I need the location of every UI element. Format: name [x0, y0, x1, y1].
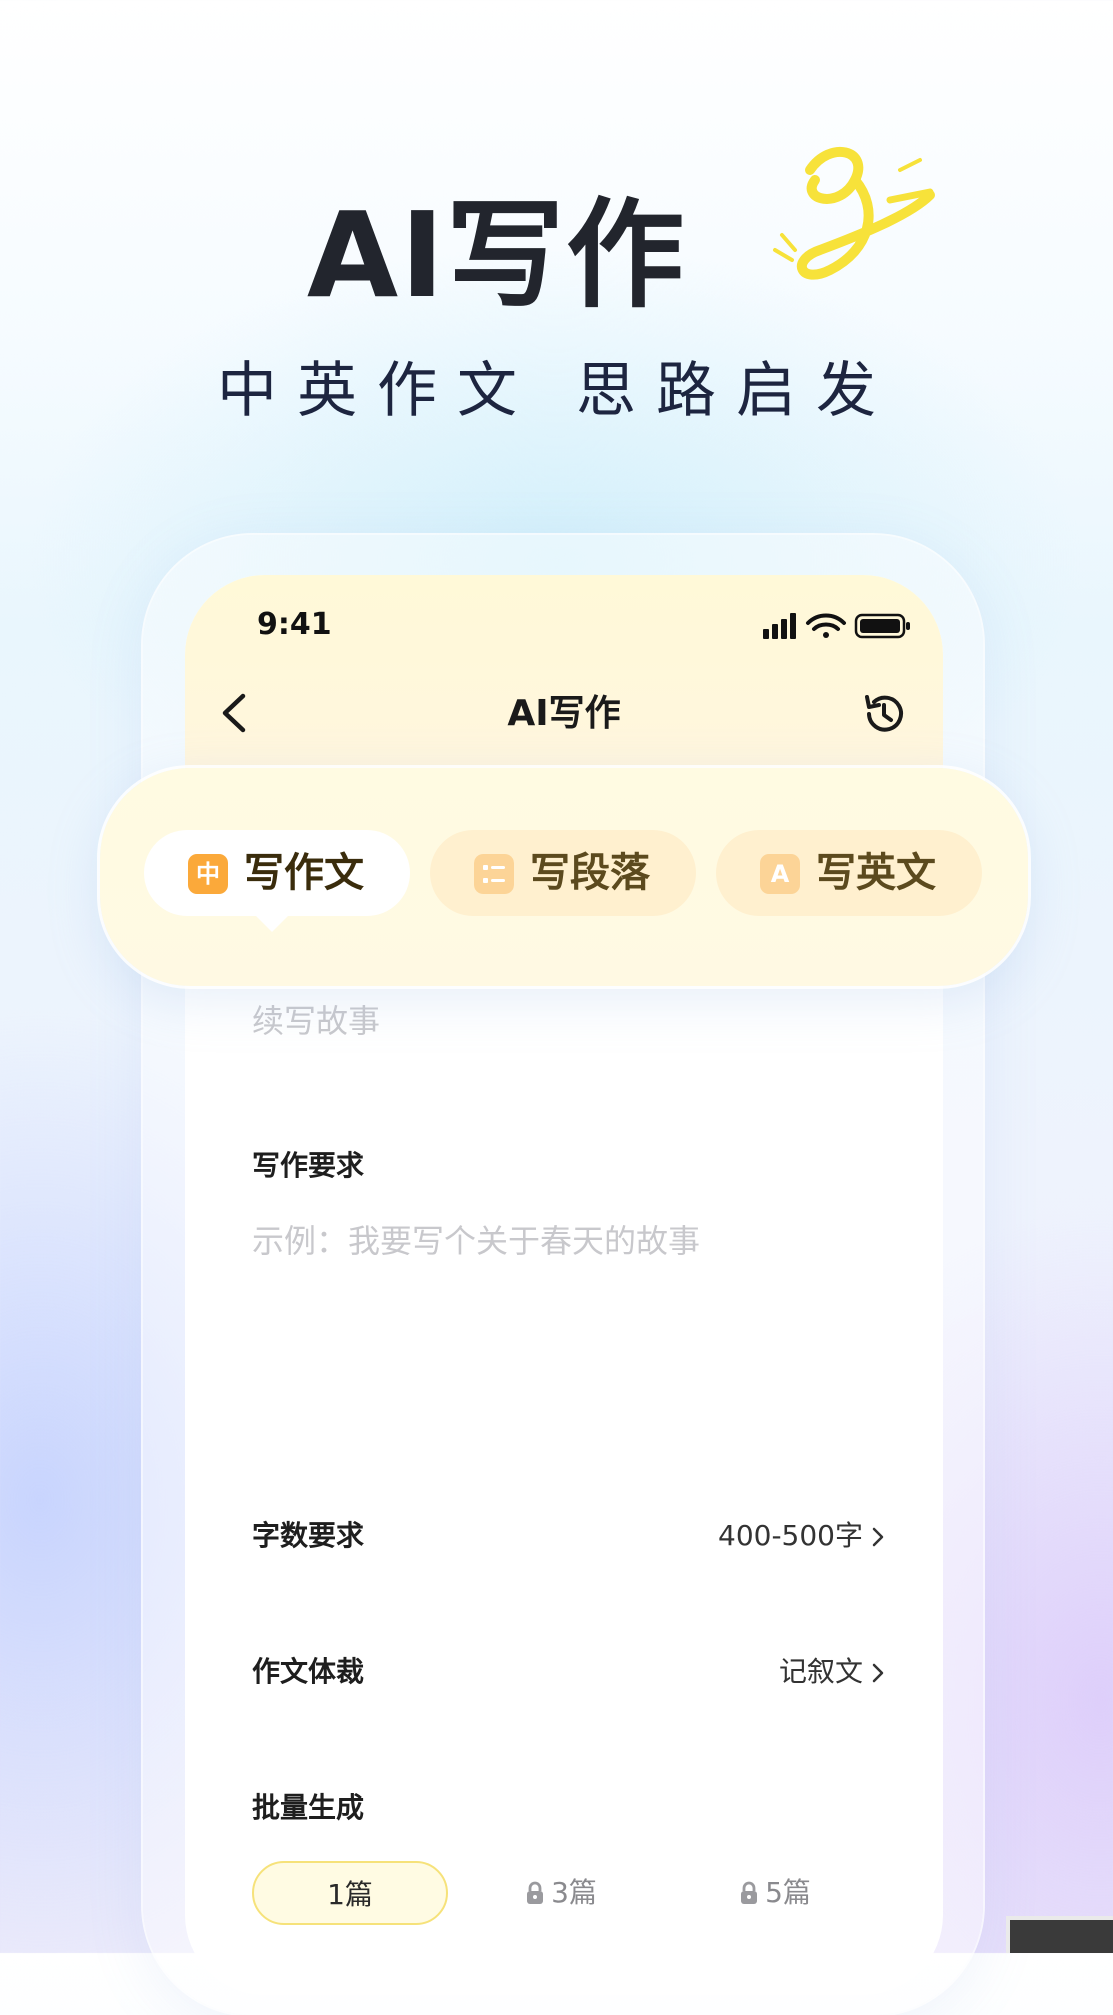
- requirement-label: 写作要求: [252, 1149, 365, 1182]
- word-count-value[interactable]: 400-500字: [718, 1517, 863, 1555]
- hero-subtitle: 中英作文 思路启发: [216, 356, 897, 426]
- zh-icon: 中: [188, 854, 228, 894]
- topic-input[interactable]: 续写故事: [252, 1000, 380, 1042]
- tab-write-essay[interactable]: 中 写作文: [144, 830, 410, 932]
- nav-title: AI写作: [507, 693, 621, 734]
- tab-pointer: [254, 914, 290, 932]
- lock-icon: [527, 1881, 544, 1904]
- chevron-right-icon: [872, 1663, 884, 1683]
- tab-label: 写作文: [244, 850, 364, 896]
- list-icon: [474, 854, 514, 894]
- batch-option-label: 5篇: [765, 1876, 811, 1909]
- word-count-label: 字数要求: [252, 1519, 365, 1552]
- status-time: 9:41: [257, 607, 332, 642]
- batch-label: 批量生成: [252, 1791, 365, 1824]
- letter-a-icon: A: [760, 854, 800, 894]
- mode-tab-bar: 中 写作文 写段落 A 写英文: [100, 768, 1028, 986]
- genre-value[interactable]: 记叙文: [779, 1653, 863, 1691]
- tab-label: 写英文: [816, 850, 936, 896]
- signal-icon: [763, 613, 796, 639]
- batch-option-5[interactable]: 5篇: [677, 1861, 873, 1925]
- genre-label: 作文体裁: [252, 1655, 365, 1688]
- squiggle-decoration-icon: [773, 147, 935, 280]
- batch-option-1[interactable]: 1篇: [252, 1861, 448, 1925]
- status-icons: [763, 613, 910, 639]
- requirement-input[interactable]: 示例：我要写个关于春天的故事: [252, 1220, 700, 1262]
- battery-icon: [854, 613, 910, 639]
- lock-icon: [741, 1881, 758, 1904]
- wifi-icon: [806, 613, 846, 638]
- tab-write-paragraph[interactable]: 写段落: [430, 830, 696, 916]
- batch-option-label: 3篇: [551, 1876, 597, 1909]
- tab-write-english[interactable]: A 写英文: [716, 830, 982, 916]
- history-icon[interactable]: [861, 691, 907, 737]
- chevron-right-icon: [872, 1527, 884, 1547]
- batch-option-3[interactable]: 3篇: [463, 1861, 659, 1925]
- tab-label: 写段落: [530, 850, 650, 896]
- batch-option-label: 1篇: [327, 1878, 373, 1911]
- corner-overlay: [1006, 1916, 1113, 1953]
